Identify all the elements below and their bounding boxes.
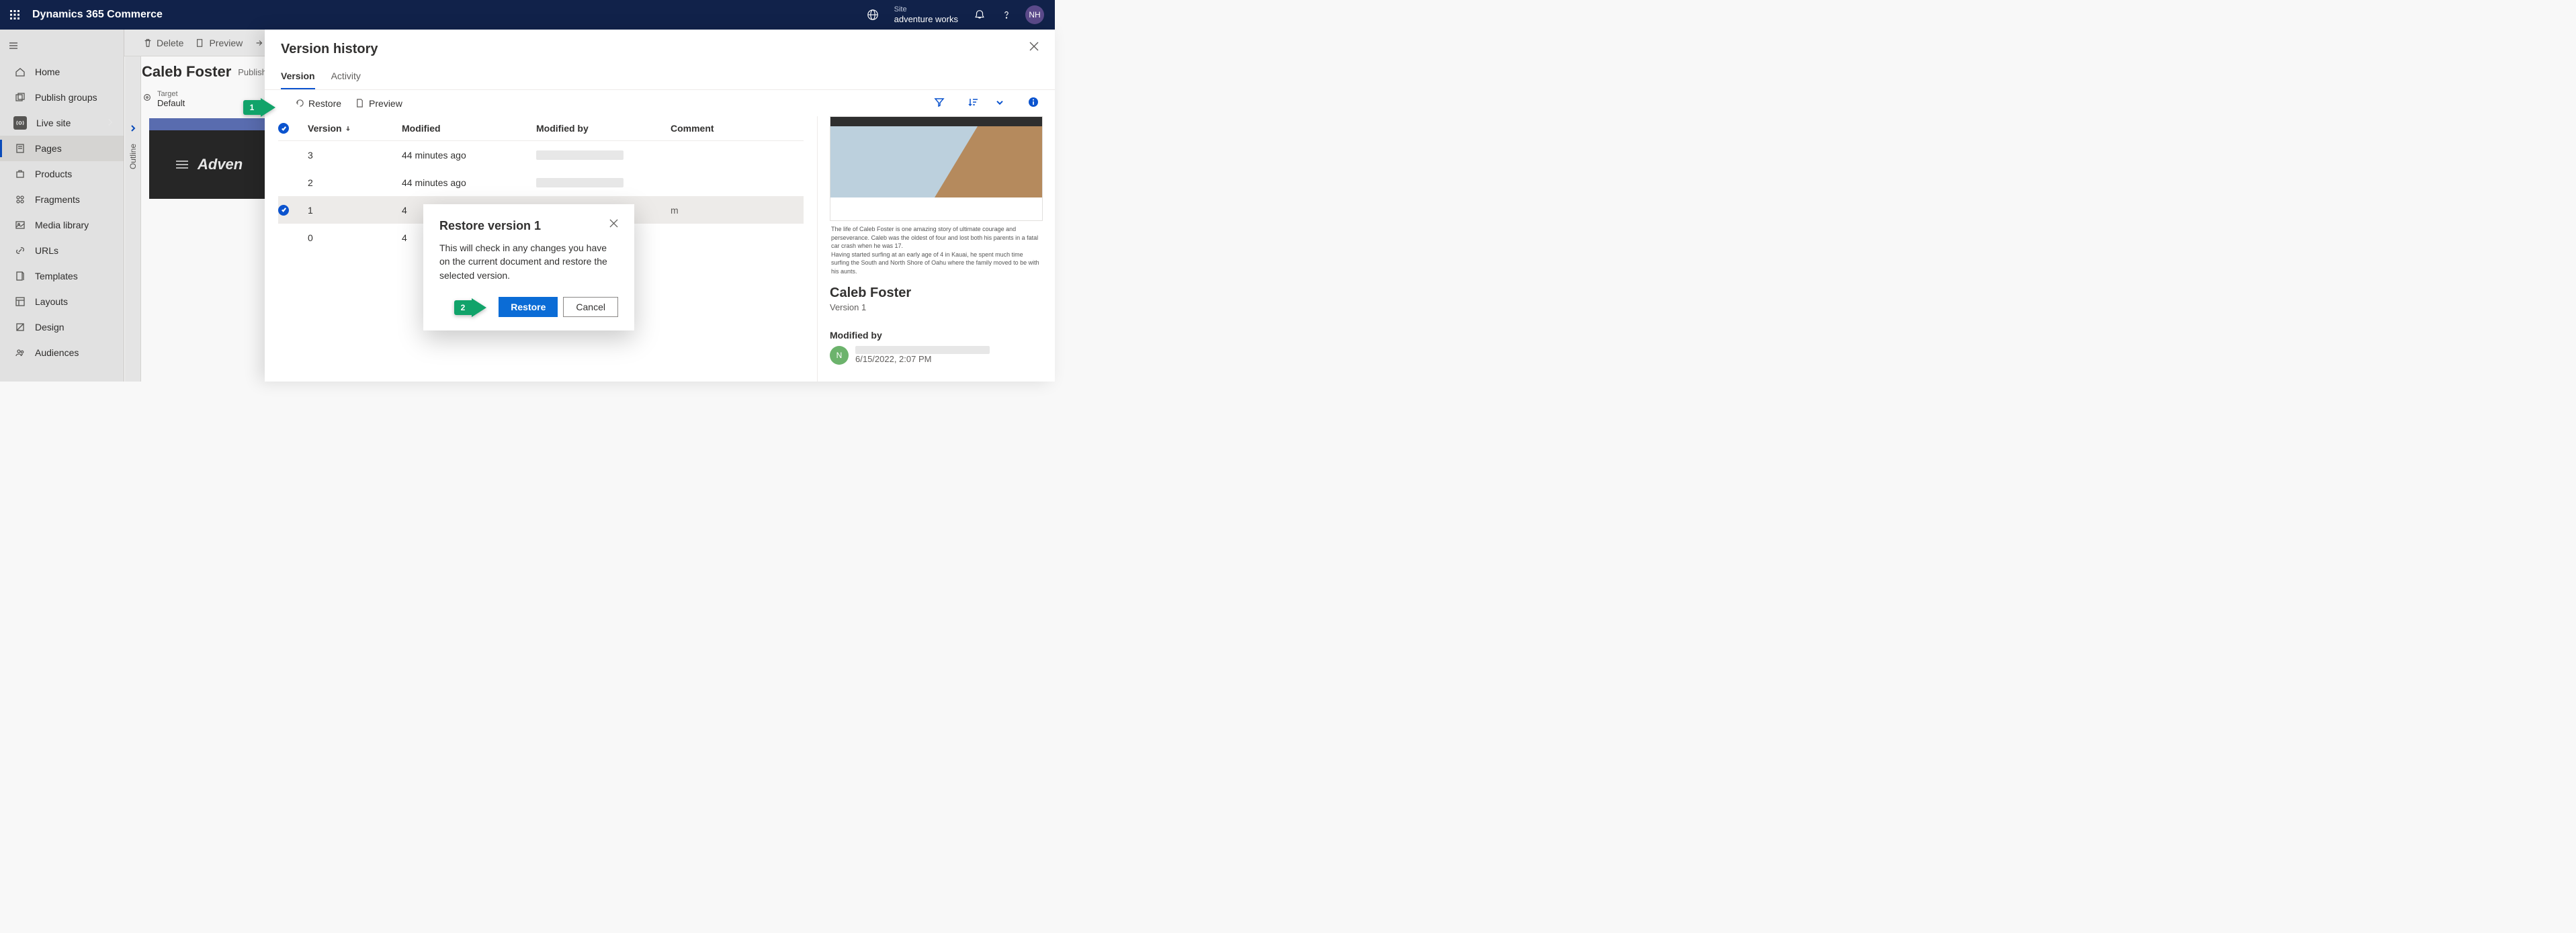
version-history-panel: Version history Version Activity Restore… — [265, 30, 1055, 382]
nav-collapse-button[interactable] — [0, 32, 124, 59]
nav-live-site[interactable]: Live site — [0, 110, 124, 136]
nav-label: Design — [35, 322, 65, 332]
target-value: Default — [157, 98, 185, 108]
nav-label: Audiences — [35, 347, 79, 358]
nav-label: Products — [35, 169, 72, 179]
nav-products[interactable]: Products — [0, 161, 124, 187]
nav-design[interactable]: Design — [0, 314, 124, 340]
chevron-down-icon[interactable] — [994, 97, 1005, 109]
nav-fragments[interactable]: Fragments — [0, 187, 124, 212]
thumbnail-caption: The life of Caleb Foster is one amazing … — [830, 221, 1043, 280]
help-icon[interactable] — [993, 0, 1020, 30]
page-icon — [355, 98, 365, 108]
col-modified[interactable]: Modified — [402, 123, 536, 134]
dialog-body: This will check in any changes you have … — [439, 241, 618, 282]
redacted-author-name — [855, 346, 990, 354]
nav-media-library[interactable]: Media library — [0, 212, 124, 238]
app-title: Dynamics 365 Commerce — [32, 9, 163, 21]
nav-label: URLs — [35, 245, 58, 256]
undo-icon — [294, 98, 304, 108]
info-icon[interactable] — [1028, 97, 1039, 109]
brand-text: Adven — [198, 156, 243, 173]
app-launcher-icon[interactable] — [0, 0, 30, 30]
callout-2: 2 — [454, 298, 486, 317]
target-label: Target — [157, 90, 185, 98]
nav-label: Media library — [35, 220, 89, 230]
target-selector[interactable]: Target Default — [142, 90, 185, 108]
panel-tabs: Version Activity — [265, 60, 1055, 90]
version-detail-pane: The life of Caleb Foster is one amazing … — [817, 116, 1055, 382]
redacted-text — [536, 150, 624, 160]
expand-icon — [105, 117, 116, 130]
bell-icon[interactable] — [966, 0, 993, 30]
site-picker-value: adventure works — [894, 14, 958, 25]
preview-command[interactable]: Preview — [355, 98, 402, 109]
nav-publish-groups[interactable]: Publish groups — [0, 85, 124, 110]
nav-pages[interactable]: Pages — [0, 136, 124, 161]
nav-label: Templates — [35, 271, 78, 281]
page-canvas-preview: Adven — [149, 118, 270, 199]
delete-button[interactable]: Delete — [143, 38, 183, 48]
nav-label: Live site — [36, 118, 71, 128]
nav-home[interactable]: Home — [0, 59, 124, 85]
nav-audiences[interactable]: Audiences — [0, 340, 124, 365]
callout-1: 1 — [243, 98, 275, 117]
detail-subtitle: Version 1 — [830, 302, 1043, 312]
table-row[interactable]: 2 44 minutes ago — [278, 169, 804, 196]
cancel-button[interactable]: Cancel — [563, 297, 618, 317]
site-picker[interactable]: Site adventure works — [886, 5, 966, 25]
dialog-title: Restore version 1 — [439, 219, 541, 233]
panel-close-button[interactable] — [1029, 42, 1039, 53]
nav-templates[interactable]: Templates — [0, 263, 124, 289]
broadcast-icon — [13, 116, 27, 130]
row-checkbox[interactable] — [278, 205, 289, 216]
select-all-checkbox[interactable] — [278, 123, 289, 134]
page-title: Caleb Foster — [142, 63, 231, 81]
table-header: Version Modified Modified by Comment — [278, 116, 804, 141]
nav-urls[interactable]: URLs — [0, 238, 124, 263]
menu-icon — [176, 160, 188, 169]
nav-layouts[interactable]: Layouts — [0, 289, 124, 314]
panel-command-row: Restore Preview — [265, 90, 1055, 116]
restore-command[interactable]: Restore — [294, 98, 341, 109]
preview-button[interactable]: Preview — [196, 38, 243, 48]
sort-icon[interactable] — [968, 97, 978, 109]
nav-label: Home — [35, 66, 60, 77]
table-row[interactable]: 3 44 minutes ago — [278, 141, 804, 169]
nav-label: Layouts — [35, 296, 68, 307]
col-comment[interactable]: Comment — [671, 123, 804, 134]
modified-timestamp: 6/15/2022, 2:07 PM — [855, 354, 990, 364]
site-picker-label: Site — [894, 5, 958, 14]
panel-title: Version history — [281, 42, 378, 57]
col-version[interactable]: Version — [308, 123, 402, 134]
filter-icon[interactable] — [934, 97, 945, 109]
user-avatar[interactable]: NH — [1025, 5, 1044, 24]
tab-version[interactable]: Version — [281, 65, 315, 89]
outline-label: Outline — [128, 144, 138, 169]
col-modified-by[interactable]: Modified by — [536, 123, 671, 134]
left-navigation: Home Publish groups Live site Pages Prod… — [0, 30, 124, 382]
version-thumbnail — [830, 116, 1043, 221]
redacted-text — [536, 178, 624, 187]
nav-label: Pages — [35, 143, 62, 154]
globe-icon[interactable] — [859, 0, 886, 30]
dialog-close-button[interactable] — [609, 219, 618, 230]
restore-button[interactable]: Restore — [499, 297, 558, 317]
tab-activity[interactable]: Activity — [331, 65, 361, 89]
detail-title: Caleb Foster — [830, 285, 1043, 301]
nav-label: Fragments — [35, 194, 80, 205]
top-navbar: Dynamics 365 Commerce Site adventure wor… — [0, 0, 1055, 30]
author-row: N 6/15/2022, 2:07 PM — [830, 346, 1043, 365]
modified-by-label: Modified by — [830, 330, 1043, 341]
chevron-right-icon — [129, 124, 137, 134]
author-avatar: N — [830, 346, 849, 365]
outline-rail[interactable]: Outline — [125, 56, 141, 382]
nav-label: Publish groups — [35, 92, 97, 103]
